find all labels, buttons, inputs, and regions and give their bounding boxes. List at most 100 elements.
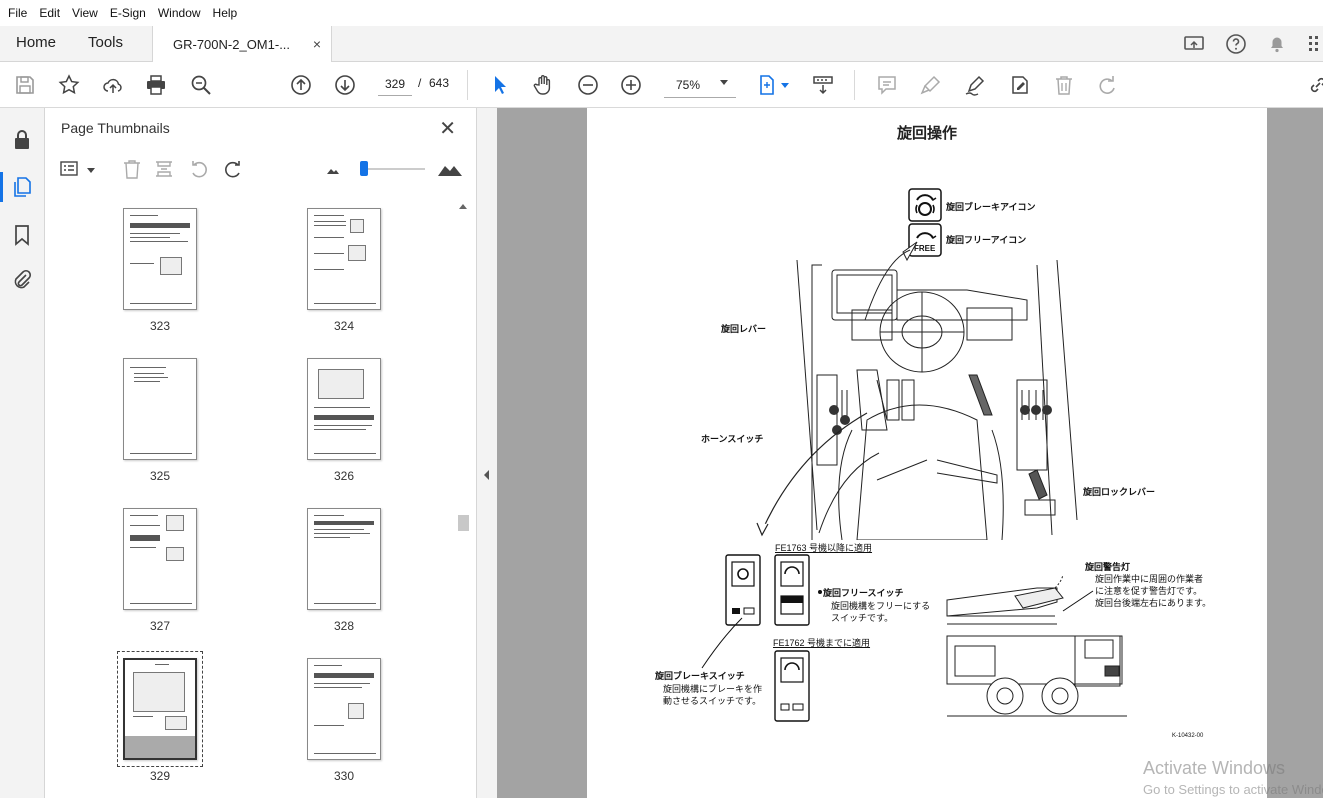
thumbnail-scrollbar[interactable] [457,202,470,792]
toolbar-divider [467,70,468,100]
free-switch-early-illustration [774,650,810,722]
star-icon [58,74,80,95]
zoom-level-dropdown[interactable]: 75% [664,72,736,98]
save-button[interactable] [12,72,38,98]
hand-icon [533,75,551,95]
callout-dot [818,590,822,594]
thumbnail-page-324[interactable] [307,208,381,310]
menu-view[interactable]: View [66,0,104,26]
arrow-down-circle-icon [335,75,355,95]
close-tab-button[interactable]: × [313,36,321,52]
menu-edit[interactable]: Edit [33,0,66,26]
thumbnail-page-330[interactable] [307,658,381,760]
thumbnail-label: 326 [333,469,355,483]
close-panel-button[interactable]: ✕ [439,116,456,141]
rotate-right-icon[interactable] [222,158,244,180]
menu-esign[interactable]: E-Sign [104,0,152,26]
thumbnail-page-325[interactable] [123,358,197,460]
document-viewport[interactable]: 旋回操作 旋回ブレーキアイコン FREE 旋回フリーアイコン 旋回レバー ホーン… [497,108,1323,798]
thumbnail-page-329[interactable] [123,658,197,760]
document-page: 旋回操作 旋回ブレーキアイコン FREE 旋回フリーアイコン 旋回レバー ホーン… [587,108,1267,798]
thumbnail-page-326[interactable] [307,358,381,460]
zoom-search-icon [191,75,211,95]
scrollbar-thumb[interactable] [458,515,469,531]
scroll-mode-icon [813,76,833,95]
print-button[interactable] [143,72,169,98]
page-number-input[interactable] [378,72,412,96]
page-thumbnails-icon[interactable] [10,175,34,199]
comment-icon [878,76,896,95]
thumbnail-label: 328 [333,619,355,633]
delete-page-icon[interactable] [121,158,143,180]
arrow-up-circle-icon [291,75,311,95]
page-thumbnails-panel: Page Thumbnails ✕ 323 324 325 326 327 32… [45,108,477,798]
share-screen-icon[interactable] [1182,32,1206,56]
panel-splitter[interactable] [477,108,497,798]
brake-switch-label: 旋回ブレーキスイッチ [655,671,745,681]
draw-button[interactable] [962,72,988,98]
chevron-down-icon[interactable] [87,168,95,173]
thumbnail-size-slider-handle[interactable] [360,161,368,176]
notifications-bell-icon[interactable] [1265,32,1289,56]
help-icon[interactable] [1224,32,1248,56]
os-activation-watermark-sub: Go to Settings to activate Windows. [1143,782,1323,797]
paperclip-attachment-icon[interactable] [10,268,34,292]
link-icon [1310,77,1323,93]
next-page-button[interactable] [332,72,358,98]
thumbnail-options-icon[interactable] [59,158,81,180]
redo-button[interactable] [1094,72,1120,98]
page-fit-icon [760,75,774,95]
swing-lock-lever-label: 旋回ロックレバー [1083,487,1156,497]
tab-bar: Home Tools GR-700N-2_OM1-... × [0,26,1323,63]
hand-tool-button[interactable] [530,72,556,98]
select-tool-button[interactable] [487,72,513,98]
rotate-left-icon[interactable] [188,158,210,180]
chevron-down-icon[interactable] [781,83,789,88]
tab-document[interactable]: GR-700N-2_OM1-... × [152,26,332,63]
navigation-rail [0,108,45,798]
pen-draw-icon [965,75,985,96]
find-button[interactable] [188,72,214,98]
applies-before-note: FE1762 号機までに適用 [773,638,871,648]
toolbar-divider [854,70,855,100]
apps-grid-icon[interactable] [1303,32,1323,56]
upload-cloud-button[interactable] [100,72,126,98]
delete-button[interactable] [1051,72,1077,98]
menu-window[interactable]: Window [152,0,207,26]
thumbnail-page-323[interactable] [123,208,197,310]
edit-text-button[interactable] [1007,72,1033,98]
zoom-out-button[interactable] [575,72,601,98]
menu-help[interactable]: Help [207,0,244,26]
collapse-panel-arrow-icon[interactable] [484,470,489,480]
thumbnail-page-328[interactable] [307,508,381,610]
horn-switch-label: ホーンスイッチ [701,434,764,444]
menu-file[interactable]: File [2,0,33,26]
trash-icon [1056,76,1072,95]
thumbnail-page-327[interactable] [123,508,197,610]
tab-tools[interactable]: Tools [88,26,123,62]
callout-arrow-illustration [756,412,880,537]
link-button[interactable] [1305,72,1323,98]
save-icon [16,76,34,94]
thumbnail-label: 330 [333,769,355,783]
bookmark-star-button[interactable] [56,72,82,98]
scroll-mode-button[interactable] [810,72,836,98]
lock-icon[interactable] [10,128,34,152]
page-fit-button[interactable] [754,72,780,98]
zoom-in-button[interactable] [618,72,644,98]
previous-page-button[interactable] [288,72,314,98]
highlight-button[interactable] [918,72,944,98]
thumbnail-size-slider-track[interactable] [363,168,425,170]
small-thumbnail-icon[interactable] [322,158,344,180]
warning-light-desc: 旋回台後端左右にあります。 [1095,598,1212,608]
free-switch-desc: スイッチです。 [831,613,894,623]
comment-button[interactable] [874,72,900,98]
page-separator: / [418,76,422,90]
large-thumbnail-icon[interactable] [437,158,463,180]
scroll-up-arrow-icon[interactable] [459,204,467,209]
bookmark-icon[interactable] [10,223,34,247]
extract-page-icon[interactable] [153,158,175,180]
tab-home[interactable]: Home [16,26,56,62]
thumbnail-label: 329 [149,769,171,783]
cursor-arrow-icon [495,76,506,94]
